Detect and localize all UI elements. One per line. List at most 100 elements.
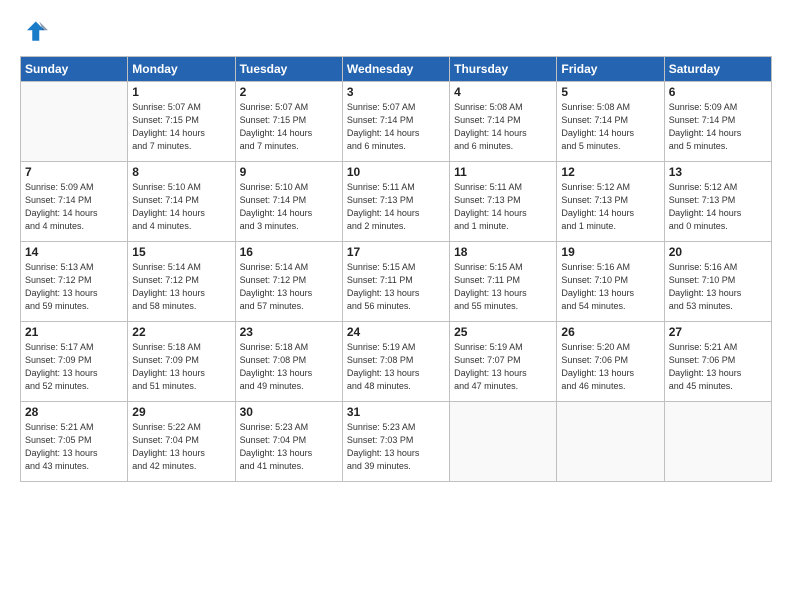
day-info: Sunrise: 5:14 AM Sunset: 7:12 PM Dayligh… <box>132 261 230 313</box>
calendar-cell: 14 Sunrise: 5:13 AM Sunset: 7:12 PM Dayli… <box>21 242 128 322</box>
calendar-cell: 5 Sunrise: 5:08 AM Sunset: 7:14 PM Daylig… <box>557 82 664 162</box>
day-info: Sunrise: 5:16 AM Sunset: 7:10 PM Dayligh… <box>561 261 659 313</box>
day-number: 21 <box>25 325 123 339</box>
calendar-cell: 19 Sunrise: 5:16 AM Sunset: 7:10 PM Dayli… <box>557 242 664 322</box>
weekday-sunday: Sunday <box>21 57 128 82</box>
calendar-cell: 20 Sunrise: 5:16 AM Sunset: 7:10 PM Dayli… <box>664 242 771 322</box>
weekday-monday: Monday <box>128 57 235 82</box>
day-info: Sunrise: 5:18 AM Sunset: 7:08 PM Dayligh… <box>240 341 338 393</box>
day-info: Sunrise: 5:21 AM Sunset: 7:06 PM Dayligh… <box>669 341 767 393</box>
day-number: 6 <box>669 85 767 99</box>
weekday-thursday: Thursday <box>450 57 557 82</box>
week-row-0: 1 Sunrise: 5:07 AM Sunset: 7:15 PM Daylig… <box>21 82 772 162</box>
calendar-cell: 26 Sunrise: 5:20 AM Sunset: 7:06 PM Dayli… <box>557 322 664 402</box>
day-info: Sunrise: 5:12 AM Sunset: 7:13 PM Dayligh… <box>669 181 767 233</box>
calendar-cell: 15Sunrise: 5:14 AM Sunset: 7:12 PM Dayli… <box>128 242 235 322</box>
weekday-wednesday: Wednesday <box>342 57 449 82</box>
day-info: Sunrise: 5:23 AM Sunset: 7:03 PM Dayligh… <box>347 421 445 473</box>
day-info: Sunrise: 5:23 AM Sunset: 7:04 PM Dayligh… <box>240 421 338 473</box>
calendar-cell: 8 Sunrise: 5:10 AM Sunset: 7:14 PM Daylig… <box>128 162 235 242</box>
day-number: 17 <box>347 245 445 259</box>
day-info: Sunrise: 5:17 AM Sunset: 7:09 PM Dayligh… <box>25 341 123 393</box>
day-number: 11 <box>454 165 552 179</box>
day-number: 26 <box>561 325 659 339</box>
calendar-cell: 6 Sunrise: 5:09 AM Sunset: 7:14 PM Daylig… <box>664 82 771 162</box>
day-info: Sunrise: 5:18 AM Sunset: 7:09 PM Dayligh… <box>132 341 230 393</box>
week-row-3: 21 Sunrise: 5:17 AM Sunset: 7:09 PM Dayli… <box>21 322 772 402</box>
calendar-cell: 1 Sunrise: 5:07 AM Sunset: 7:15 PM Daylig… <box>128 82 235 162</box>
day-info: Sunrise: 5:09 AM Sunset: 7:14 PM Dayligh… <box>669 101 767 153</box>
day-number: 18 <box>454 245 552 259</box>
day-number: 29 <box>132 405 230 419</box>
day-number: 27 <box>669 325 767 339</box>
calendar-cell: 29Sunrise: 5:22 AM Sunset: 7:04 PM Dayli… <box>128 402 235 482</box>
day-info: Sunrise: 5:16 AM Sunset: 7:10 PM Dayligh… <box>669 261 767 313</box>
logo <box>20 18 52 46</box>
day-info: Sunrise: 5:19 AM Sunset: 7:07 PM Dayligh… <box>454 341 552 393</box>
day-info: Sunrise: 5:20 AM Sunset: 7:06 PM Dayligh… <box>561 341 659 393</box>
calendar-cell: 27 Sunrise: 5:21 AM Sunset: 7:06 PM Dayli… <box>664 322 771 402</box>
calendar-cell: 22Sunrise: 5:18 AM Sunset: 7:09 PM Dayli… <box>128 322 235 402</box>
day-number: 20 <box>669 245 767 259</box>
calendar-cell: 21 Sunrise: 5:17 AM Sunset: 7:09 PM Dayli… <box>21 322 128 402</box>
day-info: Sunrise: 5:10 AM Sunset: 7:14 PM Dayligh… <box>240 181 338 233</box>
day-number: 1 <box>132 85 230 99</box>
day-number: 4 <box>454 85 552 99</box>
day-number: 3 <box>347 85 445 99</box>
weekday-tuesday: Tuesday <box>235 57 342 82</box>
calendar-cell: 24 Sunrise: 5:19 AM Sunset: 7:08 PM Dayli… <box>342 322 449 402</box>
day-number: 14 <box>25 245 123 259</box>
calendar-table: SundayMondayTuesdayWednesdayThursdayFrid… <box>20 56 772 482</box>
calendar-cell: 17 Sunrise: 5:15 AM Sunset: 7:11 PM Dayli… <box>342 242 449 322</box>
day-number: 30 <box>240 405 338 419</box>
calendar-cell: 10 Sunrise: 5:11 AM Sunset: 7:13 PM Dayli… <box>342 162 449 242</box>
weekday-header-row: SundayMondayTuesdayWednesdayThursdayFrid… <box>21 57 772 82</box>
day-number: 8 <box>132 165 230 179</box>
day-info: Sunrise: 5:08 AM Sunset: 7:14 PM Dayligh… <box>561 101 659 153</box>
calendar-cell <box>557 402 664 482</box>
calendar-cell: 25Sunrise: 5:19 AM Sunset: 7:07 PM Dayli… <box>450 322 557 402</box>
day-info: Sunrise: 5:07 AM Sunset: 7:14 PM Dayligh… <box>347 101 445 153</box>
day-number: 13 <box>669 165 767 179</box>
calendar-cell <box>21 82 128 162</box>
calendar-cell: 7Sunrise: 5:09 AM Sunset: 7:14 PM Daylig… <box>21 162 128 242</box>
day-info: Sunrise: 5:21 AM Sunset: 7:05 PM Dayligh… <box>25 421 123 473</box>
calendar-cell: 2Sunrise: 5:07 AM Sunset: 7:15 PM Daylig… <box>235 82 342 162</box>
page: SundayMondayTuesdayWednesdayThursdayFrid… <box>0 0 792 612</box>
calendar-cell: 11 Sunrise: 5:11 AM Sunset: 7:13 PM Dayli… <box>450 162 557 242</box>
day-info: Sunrise: 5:07 AM Sunset: 7:15 PM Dayligh… <box>240 101 338 153</box>
week-row-1: 7Sunrise: 5:09 AM Sunset: 7:14 PM Daylig… <box>21 162 772 242</box>
day-info: Sunrise: 5:12 AM Sunset: 7:13 PM Dayligh… <box>561 181 659 233</box>
calendar-cell: 12 Sunrise: 5:12 AM Sunset: 7:13 PM Dayli… <box>557 162 664 242</box>
day-number: 9 <box>240 165 338 179</box>
day-info: Sunrise: 5:10 AM Sunset: 7:14 PM Dayligh… <box>132 181 230 233</box>
calendar-cell: 3 Sunrise: 5:07 AM Sunset: 7:14 PM Daylig… <box>342 82 449 162</box>
day-number: 19 <box>561 245 659 259</box>
day-number: 5 <box>561 85 659 99</box>
day-number: 23 <box>240 325 338 339</box>
day-info: Sunrise: 5:11 AM Sunset: 7:13 PM Dayligh… <box>454 181 552 233</box>
day-number: 16 <box>240 245 338 259</box>
calendar-cell: 18 Sunrise: 5:15 AM Sunset: 7:11 PM Dayli… <box>450 242 557 322</box>
calendar-cell: 13 Sunrise: 5:12 AM Sunset: 7:13 PM Dayli… <box>664 162 771 242</box>
calendar-cell: 30 Sunrise: 5:23 AM Sunset: 7:04 PM Dayli… <box>235 402 342 482</box>
weekday-saturday: Saturday <box>664 57 771 82</box>
calendar-cell: 28 Sunrise: 5:21 AM Sunset: 7:05 PM Dayli… <box>21 402 128 482</box>
calendar-cell: 16 Sunrise: 5:14 AM Sunset: 7:12 PM Dayli… <box>235 242 342 322</box>
day-info: Sunrise: 5:14 AM Sunset: 7:12 PM Dayligh… <box>240 261 338 313</box>
day-number: 10 <box>347 165 445 179</box>
day-info: Sunrise: 5:13 AM Sunset: 7:12 PM Dayligh… <box>25 261 123 313</box>
day-number: 24 <box>347 325 445 339</box>
weekday-friday: Friday <box>557 57 664 82</box>
calendar-cell: 23 Sunrise: 5:18 AM Sunset: 7:08 PM Dayli… <box>235 322 342 402</box>
day-info: Sunrise: 5:08 AM Sunset: 7:14 PM Dayligh… <box>454 101 552 153</box>
calendar-cell: 31Sunrise: 5:23 AM Sunset: 7:03 PM Dayli… <box>342 402 449 482</box>
day-info: Sunrise: 5:15 AM Sunset: 7:11 PM Dayligh… <box>454 261 552 313</box>
day-info: Sunrise: 5:07 AM Sunset: 7:15 PM Dayligh… <box>132 101 230 153</box>
day-info: Sunrise: 5:15 AM Sunset: 7:11 PM Dayligh… <box>347 261 445 313</box>
day-number: 12 <box>561 165 659 179</box>
day-info: Sunrise: 5:11 AM Sunset: 7:13 PM Dayligh… <box>347 181 445 233</box>
day-info: Sunrise: 5:19 AM Sunset: 7:08 PM Dayligh… <box>347 341 445 393</box>
day-number: 28 <box>25 405 123 419</box>
calendar-cell: 4 Sunrise: 5:08 AM Sunset: 7:14 PM Daylig… <box>450 82 557 162</box>
